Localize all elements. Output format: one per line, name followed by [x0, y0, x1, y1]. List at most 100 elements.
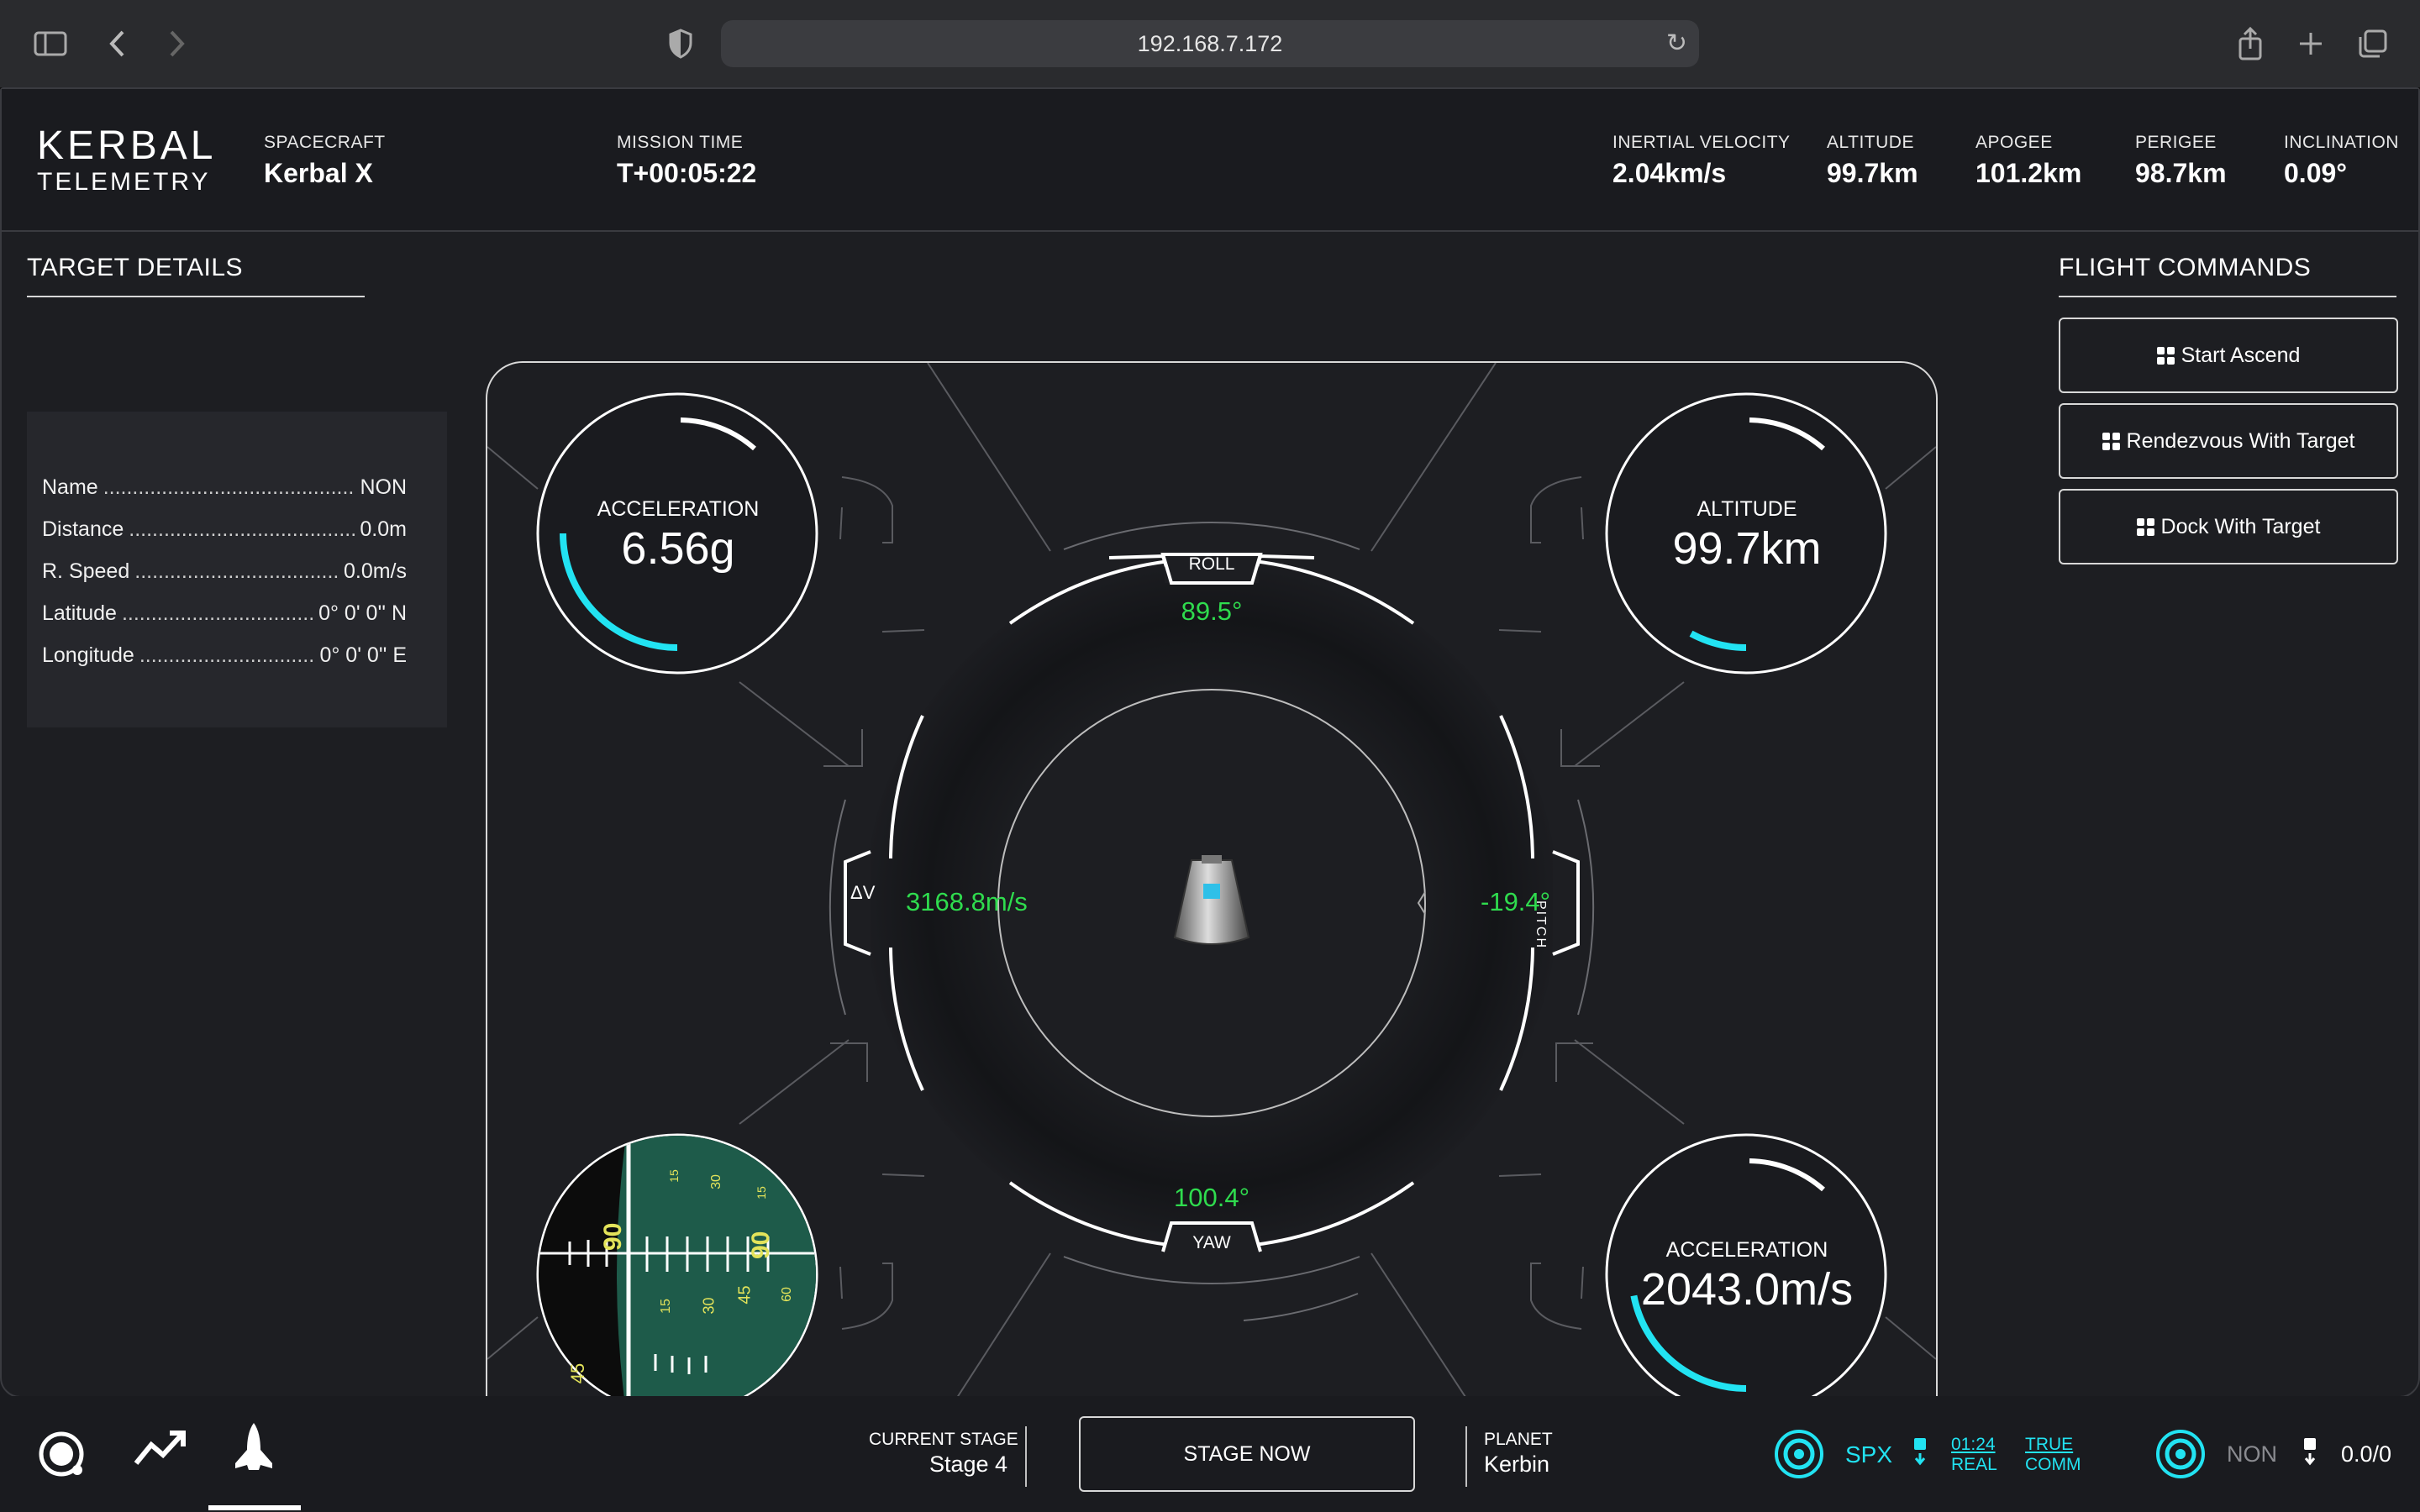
time-value: 01:24	[1951, 1435, 1996, 1454]
current-stage-label: CURRENT STAGE	[869, 1430, 1018, 1449]
target-row-leader: ........................................…	[129, 517, 355, 541]
navball-tick-label: 15	[666, 1169, 681, 1183]
altitude-label: ALTITUDE	[1827, 133, 1914, 152]
back-icon[interactable]	[97, 24, 138, 64]
target-row-label: Longitude	[42, 643, 134, 667]
navball-tick-label: 30	[700, 1297, 718, 1315]
app-footer: CURRENT STAGE Stage 4 STAGE NOW PLANET K…	[0, 1396, 2420, 1512]
flight-commands-title: FLIGHT COMMANDS	[2059, 254, 2312, 281]
acceleration-gauge-label: ACCELERATION	[597, 497, 760, 521]
target-details-title: TARGET DETAILS	[27, 254, 244, 281]
flight-hud: ACCELERATION 6.56g ALTITUDE 99.7km ACCEL…	[486, 361, 1938, 1445]
spacecraft-value: Kerbal X	[264, 158, 373, 188]
pitch-value: -19.4°	[1481, 887, 1551, 916]
dock-label: Dock With Target	[2160, 514, 2321, 538]
navball-tick-label: 45	[735, 1285, 755, 1305]
target-row: Distance................................…	[42, 517, 407, 542]
navball-tick-label: 30	[708, 1174, 723, 1189]
yaw-value: 100.4°	[1174, 1183, 1249, 1212]
trend-icon[interactable]	[133, 1426, 188, 1473]
target-row-value: NON	[360, 475, 407, 499]
fuel-icon	[2302, 1436, 2319, 1471]
inertial-velocity-value: 2.04km/s	[1612, 158, 1727, 188]
current-stage-value: Stage 4	[929, 1452, 1008, 1477]
apogee-value: 101.2km	[1975, 158, 2082, 188]
active-tab-indicator	[208, 1505, 301, 1510]
altitude-field: ALTITUDE 99.7km	[1827, 133, 1918, 189]
acceleration-gauge-value: 6.56g	[621, 523, 735, 574]
navball-tick-label: 90	[747, 1231, 775, 1259]
target-row: Latitude................................…	[42, 601, 407, 626]
start-ascend-button[interactable]: Start Ascend	[2059, 318, 2398, 393]
orbit-icon[interactable]	[34, 1426, 89, 1486]
mission-time-label: MISSION TIME	[617, 133, 744, 152]
altitude-gauge-label: ALTITUDE	[1697, 497, 1797, 521]
target-row-leader: ........................................…	[134, 559, 339, 583]
perigee-field: PERIGEE 98.7km	[2135, 133, 2227, 189]
inertial-velocity-label: INERTIAL VELOCITY	[1612, 133, 1791, 152]
mission-time-value: T+00:05:22	[617, 158, 757, 188]
roll-value: 89.5°	[1181, 596, 1243, 626]
target-row-leader: ........................................…	[121, 601, 314, 625]
target-row: R. Speed................................…	[42, 559, 407, 584]
address-bar[interactable]: 192.168.7.172 ↻	[721, 20, 1699, 67]
planet-value: Kerbin	[1484, 1452, 1550, 1477]
target-title-underline	[27, 296, 365, 297]
spx-label: SPX	[1845, 1441, 1893, 1467]
new-tab-icon[interactable]	[2291, 24, 2331, 64]
apogee-label: APOGEE	[1975, 133, 2053, 152]
footer-divider	[1025, 1426, 1027, 1487]
acceleration-br-gauge-label: ACCELERATION	[1665, 1238, 1828, 1262]
altitude-gauge-value: 99.7km	[1672, 523, 1822, 574]
target-row: Longitude...............................…	[42, 643, 407, 668]
rendezvous-label: Rendezvous With Target	[2126, 428, 2355, 453]
roll-label: ROLL	[1188, 554, 1235, 574]
inclination-field: INCLINATION 0.09°	[2284, 133, 2399, 189]
forward-icon[interactable]	[156, 24, 197, 64]
perigee-value: 98.7km	[2135, 158, 2227, 188]
inclination-value: 0.09°	[2284, 158, 2348, 188]
target-row-label: Latitude	[42, 601, 117, 625]
navball-tick-label: 60	[779, 1287, 794, 1302]
target-row-leader: ........................................…	[103, 475, 355, 499]
mission-time-field: MISSION TIME T+00:05:22	[617, 133, 756, 189]
commands-title-underline	[2059, 296, 2396, 297]
target-row-value: 0° 0' 0'' N	[318, 601, 407, 625]
navball-tick-label: 15	[754, 1186, 768, 1200]
target-signal-icon[interactable]	[2154, 1428, 2207, 1484]
comm-line2: COMM	[2025, 1455, 2081, 1474]
shuttle-icon[interactable]	[229, 1421, 279, 1479]
privacy-shield-icon[interactable]	[660, 24, 701, 64]
inertial-velocity-field: INERTIAL VELOCITY 2.04km/s	[1612, 133, 1791, 189]
sidebar-toggle-icon[interactable]	[30, 24, 71, 64]
grid-icon	[2102, 432, 2120, 450]
stage-now-button[interactable]: STAGE NOW	[1079, 1416, 1415, 1492]
app-header: KERBAL TELEMETRY SPACECRAFT Kerbal X MIS…	[2, 89, 2418, 232]
logo-line1: KERBAL	[37, 123, 217, 168]
share-icon[interactable]	[2230, 24, 2270, 64]
ratio-value: 0.0/0	[2341, 1441, 2392, 1467]
tabs-overview-icon[interactable]	[2353, 24, 2393, 64]
navball-tick-label: 90	[599, 1222, 627, 1251]
target-row-value: 0.0m/s	[343, 559, 407, 583]
grid-icon	[2156, 346, 2175, 365]
target-row-label: Name	[42, 475, 98, 499]
dock-button[interactable]: Dock With Target	[2059, 489, 2398, 564]
comm-block: TRUE COMM	[2025, 1435, 2081, 1475]
browser-toolbar: 192.168.7.172 ↻	[0, 0, 2420, 89]
signal-target-icon[interactable]	[1773, 1428, 1825, 1484]
navball-tick-label: 45	[567, 1362, 589, 1384]
start-ascend-label: Start Ascend	[2181, 343, 2301, 367]
spacecraft-label: SPACECRAFT	[264, 133, 386, 152]
delta-v-label: ΔV	[850, 882, 876, 903]
telemetry-app: KERBAL TELEMETRY SPACECRAFT Kerbal X MIS…	[0, 87, 2420, 1445]
planet-label: PLANET	[1484, 1430, 1553, 1449]
target-name-value: NON	[2227, 1441, 2277, 1467]
footer-divider	[1465, 1426, 1467, 1487]
navball-tick-label: 15	[658, 1299, 673, 1314]
target-row-value: 0° 0' 0'' E	[319, 643, 407, 667]
rendezvous-button[interactable]: Rendezvous With Target	[2059, 403, 2398, 479]
target-row: Name....................................…	[42, 475, 407, 500]
url-text: 192.168.7.172	[1137, 30, 1283, 56]
reload-icon[interactable]: ↻	[1666, 29, 1687, 58]
